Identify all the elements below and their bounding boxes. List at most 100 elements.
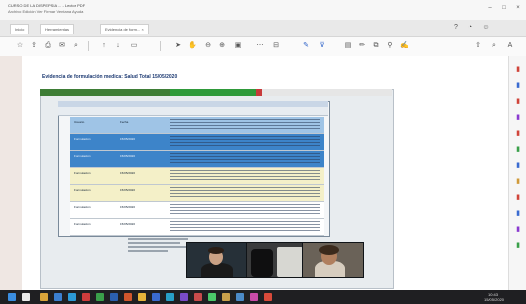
minimize-icon[interactable]: –: [486, 4, 494, 12]
browser-icon[interactable]: [54, 293, 62, 301]
row-col-1: Formulación: [74, 205, 91, 209]
hand-icon[interactable]: ✋: [188, 42, 197, 50]
left-navigation-pane: [0, 56, 22, 290]
os-taskbar: 10:43 15/05/2020: [0, 290, 526, 304]
help-icon[interactable]: ?: [452, 24, 460, 32]
tab-document[interactable]: Evidencia de form... ×: [100, 24, 149, 34]
start-icon[interactable]: [8, 293, 16, 301]
pointer-icon[interactable]: ➤: [174, 42, 182, 50]
pdf-reader-icon[interactable]: [82, 293, 90, 301]
word-icon[interactable]: [110, 293, 118, 301]
row-col-1: Formulación: [74, 137, 91, 141]
draw-icon[interactable]: ✏: [358, 42, 366, 50]
row-col-2: 15/05/2020: [120, 154, 136, 158]
app-icon[interactable]: [222, 293, 230, 301]
app-icon[interactable]: [250, 293, 258, 301]
row-text-lines: [170, 221, 320, 233]
annotate-icon[interactable]: ✎: [302, 42, 310, 50]
print-icon[interactable]: ⎙: [44, 42, 52, 50]
app-icon[interactable]: [208, 293, 216, 301]
app-icon[interactable]: [194, 293, 202, 301]
save-icon[interactable]: ☆: [16, 42, 24, 50]
next-page-icon[interactable]: ↓: [114, 42, 122, 50]
sign-in-icon[interactable]: ☺: [482, 24, 490, 32]
menu-bar[interactable]: Archivo Edición Ver Firmar Ventana Ayuda: [8, 9, 83, 14]
right-tools-pane: ▮ ▮ ▮ ▮ ▮ ▮ ▮ ▮ ▮ ▮ ▮ ▮: [508, 56, 526, 290]
fill-sign-icon[interactable]: ▮: [514, 210, 522, 218]
redact-icon[interactable]: ▮: [514, 178, 522, 186]
participant-silhouette: [201, 263, 233, 277]
tab-home[interactable]: Inicio: [10, 24, 30, 34]
powerpoint-icon[interactable]: [124, 293, 132, 301]
zoom-out-icon[interactable]: ⊖: [204, 42, 212, 50]
participant-video-2[interactable]: [246, 242, 308, 278]
email-icon[interactable]: ✉: [58, 42, 66, 50]
participant-video-3[interactable]: [302, 242, 364, 278]
excel-icon[interactable]: [96, 293, 104, 301]
app-icon[interactable]: [236, 293, 244, 301]
comment-icon[interactable]: ▤: [344, 42, 352, 50]
combine-files-icon[interactable]: ▮: [514, 130, 522, 138]
more-tools-icon[interactable]: ▮: [514, 242, 522, 250]
table-row: Formulación 15/05/2020: [70, 219, 324, 236]
table-row: Usuario Fecha: [70, 117, 324, 134]
embedded-note-text: [128, 238, 188, 256]
mail-icon[interactable]: [68, 293, 76, 301]
window-title: CURSO DE LA DISPEPSIA ... - Lector PDF: [8, 3, 86, 8]
zoom-in-icon[interactable]: ⊕: [218, 42, 226, 50]
search-icon[interactable]: [22, 293, 30, 301]
close-icon[interactable]: ×: [514, 4, 522, 12]
organize-pages-icon[interactable]: ▮: [514, 146, 522, 154]
send-review-icon[interactable]: ▮: [514, 226, 522, 234]
row-text-lines: [170, 119, 320, 131]
table-row: Formulación 15/05/2020: [70, 202, 324, 219]
find-icon[interactable]: ⌕: [490, 42, 498, 50]
text-tool-icon[interactable]: ⧉: [372, 42, 380, 50]
row-text-lines: [170, 187, 320, 199]
row-col-1: Formulación: [74, 222, 91, 226]
text-size-icon[interactable]: A: [506, 42, 514, 50]
row-text-lines: [170, 204, 320, 216]
maximize-icon[interactable]: □: [500, 4, 508, 12]
row-col-2: 15/05/2020: [120, 171, 136, 175]
meeting-app-icon[interactable]: [152, 293, 160, 301]
participant-video-1[interactable]: [186, 242, 248, 278]
app-icon[interactable]: [264, 293, 272, 301]
row-col-2: 15/05/2020: [120, 222, 136, 226]
table-row: Formulación 15/05/2020: [70, 151, 324, 168]
tab-tools[interactable]: Herramientas: [40, 24, 75, 34]
compress-icon[interactable]: ▮: [514, 162, 522, 170]
zoom-level-icon[interactable]: ⋯: [256, 42, 264, 50]
row-col-1: Formulación: [74, 188, 91, 192]
embedded-screenshot-header: [40, 89, 392, 96]
teams-icon[interactable]: [180, 293, 188, 301]
row-col-2: 15/05/2020: [120, 137, 136, 141]
share-icon[interactable]: ⇧: [474, 42, 482, 50]
export-pdf-icon[interactable]: ▮: [514, 66, 522, 74]
page-number-icon[interactable]: ▭: [130, 42, 138, 50]
app-titlebar: CURSO DE LA DISPEPSIA ... - Lector PDF A…: [0, 0, 526, 20]
clock-date[interactable]: 15/05/2020: [484, 297, 504, 302]
chrome-icon[interactable]: [138, 293, 146, 301]
row-text-lines: [170, 153, 320, 165]
embedded-records-table: Usuario Fecha Formulación 15/05/2020 For…: [70, 117, 324, 236]
table-row: Formulación 15/05/2020: [70, 134, 324, 151]
prev-page-icon[interactable]: ↑: [100, 42, 108, 50]
row-col-2: Fecha: [120, 120, 129, 124]
edit-pdf-icon[interactable]: ▮: [514, 98, 522, 106]
stamp-icon[interactable]: ⚲: [386, 42, 394, 50]
comment-tool-icon[interactable]: ▮: [514, 114, 522, 122]
main-toolbar: ☆ ⇪ ⎙ ✉ ⌕ ↑ ↓ ▭ ➤ ✋ ⊖ ⊕ ▣ ⋯ ⊟ ✎ ⊽ ▤ ✏ ⧉ …: [0, 37, 526, 57]
video-app-icon[interactable]: [166, 293, 174, 301]
search-icon[interactable]: ⌕: [72, 42, 80, 50]
fit-page-icon[interactable]: ▣: [234, 42, 242, 50]
protect-icon[interactable]: ▮: [514, 194, 522, 202]
bell-icon[interactable]: ◔: [466, 24, 474, 32]
file-explorer-icon[interactable]: [40, 293, 48, 301]
tab-strip: Inicio Herramientas Evidencia de form...…: [0, 20, 526, 37]
upload-icon[interactable]: ⇪: [30, 42, 38, 50]
create-pdf-icon[interactable]: ▮: [514, 82, 522, 90]
sign-icon[interactable]: ✍: [400, 42, 409, 50]
highlight-icon[interactable]: ⊽: [318, 42, 326, 50]
scroll-mode-icon[interactable]: ⊟: [272, 42, 280, 50]
